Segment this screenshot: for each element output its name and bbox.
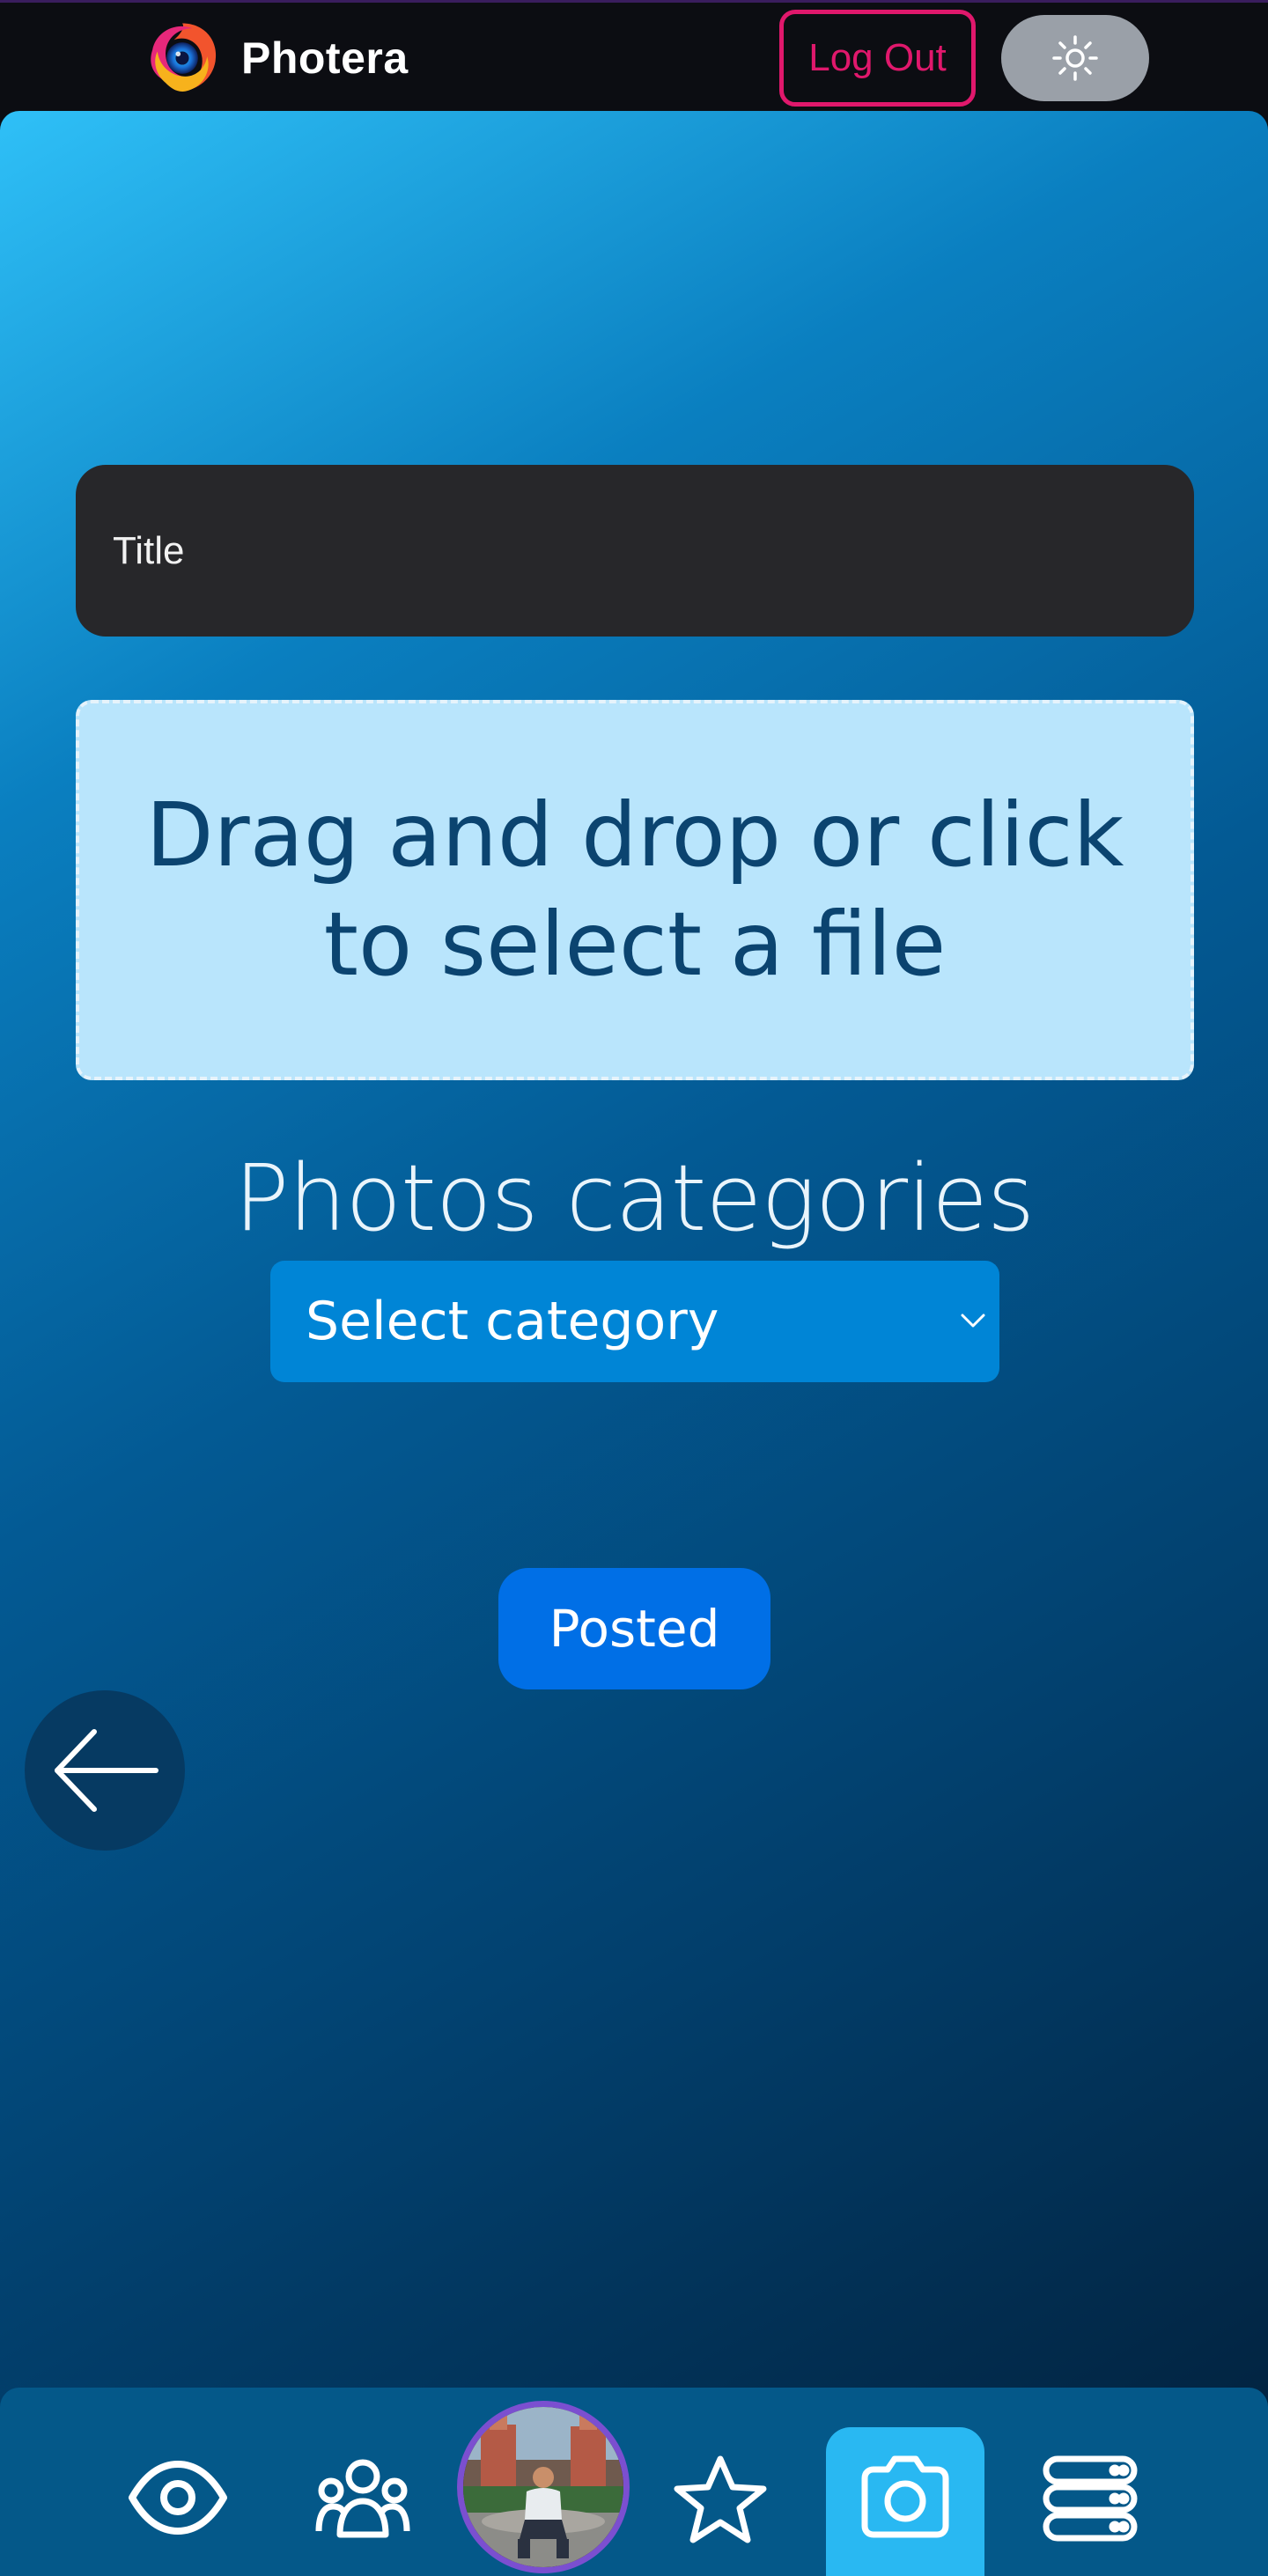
back-button[interactable] bbox=[25, 1690, 185, 1851]
arrow-left-icon bbox=[55, 1729, 158, 1812]
nav-item-favorites[interactable] bbox=[641, 2427, 800, 2576]
title-input[interactable] bbox=[76, 465, 1194, 637]
nav-item-upload[interactable] bbox=[826, 2427, 984, 2576]
bottom-nav bbox=[0, 2388, 1268, 2576]
brand[interactable]: Photera bbox=[141, 15, 409, 101]
star-icon bbox=[674, 2455, 767, 2543]
posted-button[interactable]: Posted bbox=[498, 1568, 770, 1689]
nav-item-storage[interactable] bbox=[1011, 2427, 1169, 2576]
top-navbar: Photera Log Out bbox=[0, 0, 1268, 111]
nav-item-explore[interactable] bbox=[99, 2427, 257, 2576]
photera-logo bbox=[151, 23, 217, 92]
server-icon bbox=[1043, 2455, 1138, 2542]
chevron-down-icon bbox=[961, 1314, 985, 1328]
logout-button[interactable]: Log Out bbox=[779, 10, 976, 107]
app-name: Photera bbox=[241, 33, 409, 83]
dropzone-text: Drag and drop or click to select a file bbox=[145, 784, 1124, 996]
category-select-value: Select category bbox=[306, 1291, 719, 1352]
nav-item-community[interactable] bbox=[284, 2427, 442, 2576]
sun-icon bbox=[1052, 35, 1098, 81]
camera-icon bbox=[861, 2455, 949, 2538]
file-dropzone[interactable]: Drag and drop or click to select a file bbox=[76, 700, 1194, 1080]
theme-toggle[interactable] bbox=[1001, 15, 1149, 101]
category-select[interactable]: Select category bbox=[270, 1261, 999, 1382]
users-icon bbox=[315, 2459, 410, 2538]
categories-heading: Photos categories bbox=[233, 1144, 1035, 1252]
eye-icon bbox=[129, 2461, 227, 2535]
avatar bbox=[463, 2407, 623, 2567]
profile-avatar[interactable] bbox=[457, 2401, 630, 2573]
